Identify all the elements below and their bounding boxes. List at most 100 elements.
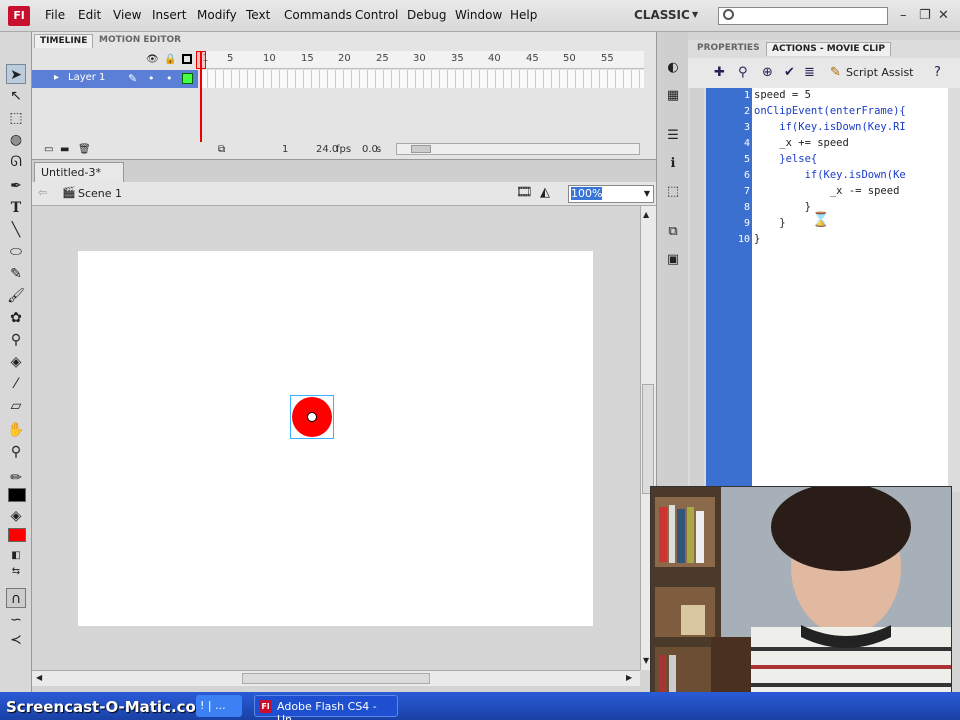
paint-bucket-tool-icon[interactable]: ◈ xyxy=(6,352,26,372)
menu-help[interactable]: Help xyxy=(510,8,537,22)
scroll-thumb[interactable] xyxy=(411,145,431,153)
taskbar-item[interactable]: ! | ... xyxy=(196,695,242,717)
edit-scene-icon[interactable]: 🎞 xyxy=(516,185,533,200)
brush-tool-icon[interactable]: 🖌 xyxy=(6,286,26,306)
align-panel-icon[interactable]: ☰ xyxy=(665,128,681,144)
zoom-tool-icon[interactable]: ⚲ xyxy=(6,442,26,462)
menu-debug[interactable]: Debug xyxy=(407,8,446,22)
components-panel-icon[interactable]: ⧉ xyxy=(665,224,681,240)
layer-row[interactable]: ▸ Layer 1 ✎ • • xyxy=(32,70,198,88)
chevron-down-icon[interactable]: ▼ xyxy=(644,186,650,202)
taskbar-item-flash[interactable]: Fl Adobe Flash CS4 - Un... xyxy=(254,695,398,720)
onion-skin-icon[interactable]: ⧉ xyxy=(218,144,225,155)
lasso-tool-icon[interactable]: ᘏ xyxy=(6,152,26,172)
restore-button[interactable]: ❐ xyxy=(919,8,931,23)
oval-tool-icon[interactable]: ⬭ xyxy=(6,242,26,262)
add-statement-icon[interactable]: ✚ xyxy=(714,65,725,80)
scroll-left-icon[interactable]: ◀ xyxy=(36,673,42,682)
minimize-button[interactable]: – xyxy=(900,8,907,23)
eraser-tool-icon[interactable]: ▱ xyxy=(6,396,26,416)
script-assist-button[interactable]: Script Assist xyxy=(846,66,914,79)
fill-color-swatch[interactable] xyxy=(8,528,26,542)
fps-value[interactable]: 24.0 xyxy=(316,144,338,155)
pencil-tool-icon[interactable]: ✎ xyxy=(6,264,26,284)
bone-tool-icon[interactable]: ⚲ xyxy=(6,330,26,350)
tab-motion-editor[interactable]: MOTION EDITOR xyxy=(94,34,186,48)
menu-control[interactable]: Control xyxy=(355,8,398,22)
delete-layer-icon[interactable]: 🗑 xyxy=(78,144,91,155)
menu-text[interactable]: Text xyxy=(246,8,270,22)
menu-modify[interactable]: Modify xyxy=(197,8,237,22)
timeline-scrollbar[interactable] xyxy=(396,143,640,155)
outline-icon[interactable] xyxy=(182,54,192,64)
zoom-select[interactable]: 100% ▼ xyxy=(568,185,654,203)
info-panel-icon[interactable]: ℹ xyxy=(665,156,681,172)
new-folder-icon[interactable]: ▬ xyxy=(60,144,69,155)
auto-format-icon[interactable]: ≣ xyxy=(804,65,815,80)
search-input[interactable] xyxy=(718,7,888,25)
swap-colors-icon[interactable]: ⇆ xyxy=(6,562,26,582)
eyedropper-tool-icon[interactable]: ⁄ xyxy=(6,374,26,394)
workspace-switcher[interactable]: CLASSIC xyxy=(634,8,690,22)
code-editor[interactable]: speed = 5 onClipEvent(enterFrame){ if(Ke… xyxy=(752,88,948,492)
tab-properties[interactable]: PROPERTIES xyxy=(692,42,765,56)
tab-timeline[interactable]: TIMELINE xyxy=(34,34,94,48)
frames-grid[interactable] xyxy=(200,70,644,88)
target-icon[interactable]: ⊕ xyxy=(762,65,773,80)
text-tool-icon[interactable]: T xyxy=(6,198,26,218)
lock-icon[interactable]: 🔒 xyxy=(164,54,176,65)
stage-pasteboard[interactable] xyxy=(32,206,640,670)
subselection-tool-icon[interactable]: ↖ xyxy=(6,86,26,106)
lock-dot[interactable]: • xyxy=(166,72,173,85)
pen-tool-icon[interactable]: ✒ xyxy=(6,176,26,196)
scene-name[interactable]: Scene 1 xyxy=(78,187,122,200)
zoom-value: 100% xyxy=(571,187,603,200)
snap-magnet-icon[interactable]: ∩ xyxy=(6,588,26,608)
chevron-down-icon[interactable]: ▼ xyxy=(692,10,698,19)
color-panel-icon[interactable]: ◐ xyxy=(665,60,681,76)
scroll-thumb[interactable] xyxy=(642,384,654,494)
eye-icon[interactable]: 👁 xyxy=(146,54,159,65)
scroll-thumb[interactable] xyxy=(242,673,430,684)
smooth-icon[interactable]: ∽ xyxy=(6,610,26,630)
scroll-up-icon[interactable]: ▲ xyxy=(643,210,649,219)
tab-actions[interactable]: ACTIONS - MOVIE CLIP xyxy=(766,42,891,56)
line-tool-icon[interactable]: ╲ xyxy=(6,220,26,240)
menu-insert[interactable]: Insert xyxy=(152,8,186,22)
transform-panel-icon[interactable]: ⬚ xyxy=(665,184,681,200)
menu-file[interactable]: File xyxy=(45,8,65,22)
menu-window[interactable]: Window xyxy=(455,8,502,22)
menu-edit[interactable]: Edit xyxy=(78,8,101,22)
library-panel-icon[interactable]: ▣ xyxy=(665,252,681,268)
free-transform-tool-icon[interactable]: ⬚ xyxy=(6,108,26,128)
registration-point-icon xyxy=(307,412,317,422)
layer-name[interactable]: Layer 1 xyxy=(68,72,105,83)
back-arrow-icon[interactable]: ⇦ xyxy=(38,186,47,199)
deco-tool-icon[interactable]: ✿ xyxy=(6,308,26,328)
layer-color-box[interactable] xyxy=(182,73,193,84)
check-syntax-icon[interactable]: ✔ xyxy=(784,65,795,80)
scroll-right-icon[interactable]: ▶ xyxy=(626,673,632,682)
frame-ruler[interactable]: 1 5 10 15 20 25 30 35 40 45 50 55 xyxy=(200,51,644,69)
new-layer-icon[interactable]: ▭ xyxy=(44,144,53,155)
script-navigator[interactable] xyxy=(690,88,704,492)
find-icon[interactable]: ⚲ xyxy=(738,65,748,80)
stage[interactable] xyxy=(78,251,593,626)
code-line: _x += speed xyxy=(754,137,849,149)
script-assist-icon[interactable]: ✎ xyxy=(830,65,841,80)
scroll-down-icon[interactable]: ▼ xyxy=(643,656,649,665)
document-tab[interactable]: Untitled-3* ✕ xyxy=(34,162,124,192)
stage-horizontal-scrollbar[interactable]: ◀ ▶ xyxy=(32,670,640,686)
stroke-color-swatch[interactable] xyxy=(8,488,26,502)
3d-rotation-tool-icon[interactable]: ◍ xyxy=(6,130,26,150)
selection-tool-icon[interactable]: ➤ xyxy=(6,64,26,84)
visibility-dot[interactable]: • xyxy=(148,72,155,85)
menu-view[interactable]: View xyxy=(113,8,141,22)
straighten-icon[interactable]: ≺ xyxy=(6,630,26,650)
swatches-panel-icon[interactable]: ▦ xyxy=(665,88,681,104)
help-icon[interactable]: ? xyxy=(934,65,941,80)
edit-symbols-icon[interactable]: ◭ xyxy=(540,185,550,200)
close-button[interactable]: ✕ xyxy=(938,8,949,23)
menu-commands[interactable]: Commands xyxy=(284,8,352,22)
hand-tool-icon[interactable]: ✋ xyxy=(6,420,26,440)
